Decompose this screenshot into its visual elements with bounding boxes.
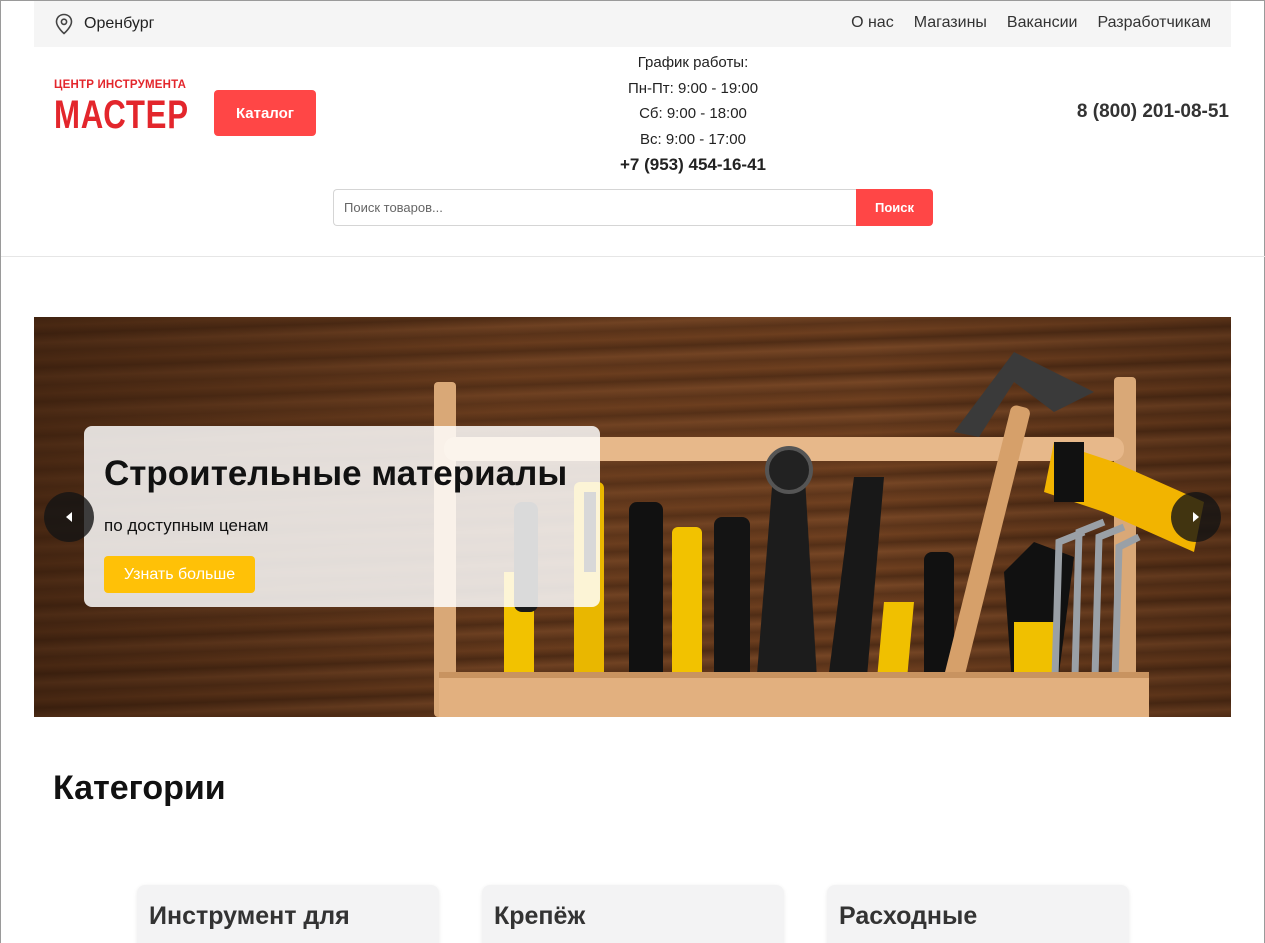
category-card-title: Инструмент для <box>149 902 350 930</box>
logo-subtitle: ЦЕНТР ИНСТРУМЕНТА <box>54 79 187 91</box>
catalog-button[interactable]: Каталог <box>214 90 316 136</box>
learn-more-button[interactable]: Узнать больше <box>104 556 255 593</box>
categories-heading: Категории <box>53 769 226 807</box>
slider-prev-button[interactable] <box>44 492 94 542</box>
top-bar: Оренбург О нас Магазины Вакансии Разрабо… <box>34 1 1231 47</box>
nav-link-stores[interactable]: Магазины <box>914 14 987 32</box>
city-label: Оренбург <box>84 15 155 32</box>
category-card[interactable]: Крепёж <box>482 885 784 943</box>
search-button[interactable]: Поиск <box>856 189 933 226</box>
search-bar: Поиск <box>333 189 933 226</box>
store-phone[interactable]: +7 (953) 454-16-41 <box>593 152 793 178</box>
logo-name: МАСТЕР <box>54 93 189 137</box>
top-nav: О нас Магазины Вакансии Разработчикам <box>831 14 1211 32</box>
schedule-sunday: Вс: 9:00 - 17:00 <box>640 130 746 148</box>
schedule-weekdays: Пн-Пт: 9:00 - 19:00 <box>627 79 759 97</box>
city-selector[interactable]: Оренбург <box>54 13 154 35</box>
category-card-title: Крепёж <box>494 902 586 930</box>
nav-link-about[interactable]: О нас <box>851 14 894 32</box>
nav-link-vacancies[interactable]: Вакансии <box>1007 14 1078 32</box>
header-divider <box>1 256 1265 257</box>
search-input[interactable] <box>333 189 856 226</box>
slide-subtitle: по доступным ценам <box>104 516 269 535</box>
site-logo[interactable]: ЦЕНТР ИНСТРУМЕНТА МАСТЕР <box>54 79 194 139</box>
category-card-title: Расходные <box>839 902 978 930</box>
hotline-phone[interactable]: 8 (800) 201-08-51 <box>1077 101 1229 123</box>
slider-next-button[interactable] <box>1171 492 1221 542</box>
slide-title: Строительные материалы <box>104 454 568 493</box>
nav-link-developers[interactable]: Разработчикам <box>1097 14 1211 32</box>
arrow-right-icon <box>1193 512 1199 522</box>
work-schedule: График работы: Пн-Пт: 9:00 - 19:00 Сб: 9… <box>593 50 793 178</box>
category-card[interactable]: Расходные <box>827 885 1129 943</box>
schedule-title: График работы: <box>637 54 749 71</box>
category-card[interactable]: Инструмент для <box>137 885 439 943</box>
arrow-left-icon <box>66 512 72 522</box>
slide-caption: Строительные материалы по доступным цена… <box>84 426 600 607</box>
location-pin-icon <box>55 13 73 35</box>
schedule-saturday: Сб: 9:00 - 18:00 <box>639 105 747 122</box>
